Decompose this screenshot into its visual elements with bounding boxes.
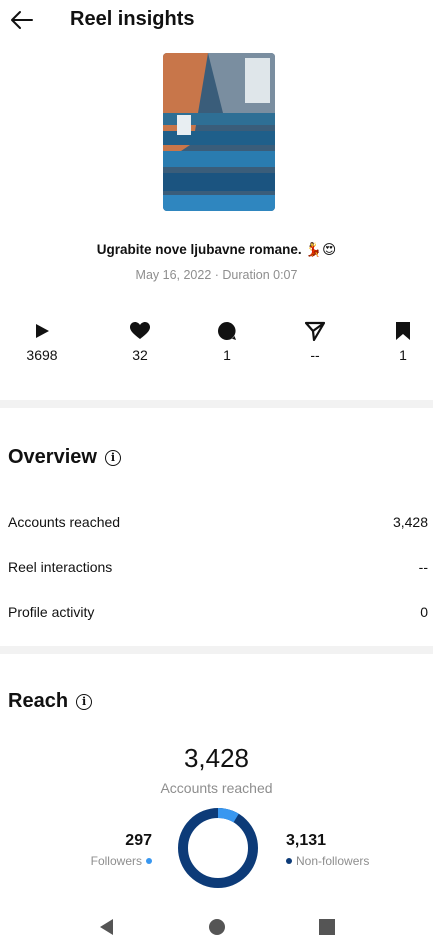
row-label: Accounts reached <box>8 514 121 530</box>
info-icon[interactable]: i <box>104 449 121 466</box>
section-divider <box>0 400 433 408</box>
stat-likes: 32 <box>110 318 170 363</box>
stat-plays: 3698 <box>12 318 72 363</box>
stat-saves-value: 1 <box>399 347 407 363</box>
overview-title: Overview <box>8 446 97 468</box>
stat-shares: -- <box>285 318 345 363</box>
nav-recents-icon <box>319 919 335 935</box>
non-followers-legend-dot <box>286 858 292 864</box>
row-label: Profile activity <box>8 604 95 620</box>
row-label: Reel interactions <box>8 559 113 575</box>
reach-title: Reach <box>8 690 69 712</box>
non-followers-value: 3,131 <box>286 832 327 849</box>
stat-likes-value: 32 <box>132 347 148 363</box>
reel-thumbnail[interactable] <box>163 53 275 211</box>
overview-heading: Overview i <box>8 446 121 469</box>
reach-total-label: Accounts reached <box>160 780 273 796</box>
non-followers-label: Non-followers <box>296 854 370 868</box>
row-value: 3,428 <box>392 514 428 530</box>
play-icon <box>12 318 72 344</box>
overview-row-reel-interactions[interactable]: Reel interactions -- <box>8 559 428 575</box>
reel-meta: May 16, 2022 · Duration 0:07 <box>135 268 298 282</box>
stat-plays-value: 3698 <box>26 347 58 363</box>
comment-icon <box>197 318 257 344</box>
share-icon <box>285 318 345 344</box>
nav-home-icon <box>209 919 225 935</box>
overview-row-profile-activity[interactable]: Profile activity 0 <box>8 604 428 620</box>
reach-donut-chart <box>178 808 258 888</box>
section-divider <box>0 646 433 654</box>
followers-label: Followers <box>90 854 142 868</box>
overview-row-accounts-reached[interactable]: Accounts reached 3,428 <box>8 514 428 530</box>
followers-legend-dot <box>146 858 152 864</box>
back-arrow-icon <box>11 11 33 29</box>
reach-heading: Reach i <box>8 690 93 713</box>
stat-comments-value: 1 <box>223 347 231 363</box>
back-button[interactable] <box>8 6 36 34</box>
stat-comments: 1 <box>197 318 257 363</box>
row-value: -- <box>418 559 428 575</box>
header: Reel insights <box>0 0 433 44</box>
nav-back-icon <box>100 919 113 935</box>
heart-icon <box>110 318 170 344</box>
non-followers-stat: 3,131 Non-followers <box>286 832 406 868</box>
page-title: Reel insights <box>70 8 195 30</box>
non-followers-ring <box>178 808 258 888</box>
reach-total: 3,428 <box>183 743 250 773</box>
reel-caption: Ugrabite nove ljubavne romane. 💃😍 <box>96 242 337 257</box>
stat-shares-value: -- <box>310 347 320 363</box>
info-icon[interactable]: i <box>76 693 93 710</box>
followers-stat: 297 Followers <box>80 832 152 868</box>
bookmark-icon <box>373 318 433 344</box>
stat-saves: 1 <box>373 318 433 363</box>
followers-value: 297 <box>125 832 152 849</box>
row-value: 0 <box>420 604 428 620</box>
